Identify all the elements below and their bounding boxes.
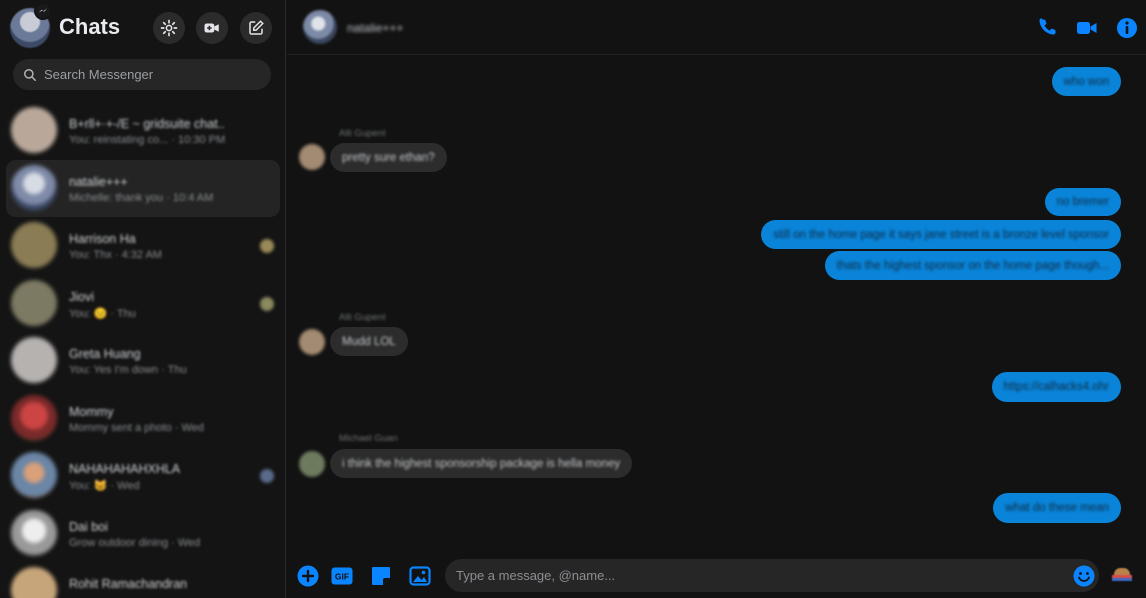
chat-list-item[interactable]: Dai boi Grow outdoor dining · Wed [6,505,280,563]
message-bubble-outgoing[interactable]: no bremer [1044,188,1121,216]
conversation-header: natalie+++ [287,0,1146,55]
photo-icon[interactable] [408,564,432,588]
message-bubble-outgoing[interactable]: thats the highest sponsor on the home pa… [824,251,1121,280]
message-bubble-incoming[interactable]: pretty sure ethan? [330,143,447,172]
chat-name: Dai boi [69,519,108,534]
chat-list-item-active[interactable]: natalie+++ Michelle: thank you · 10:4 AM [6,159,280,217]
chat-list-item[interactable]: Greta Huang You: Yes I'm down · Thu [6,332,280,390]
message-bubble-outgoing[interactable]: still on the home page it says jane stre… [761,220,1121,249]
read-receipt-icon [260,469,274,483]
avatar [11,567,57,598]
message-bubble-incoming[interactable]: Mudd LOL [330,327,408,356]
gear-icon [160,19,178,37]
avatar [11,279,57,326]
chat-preview: Michelle: thank you · 10:4 AM [69,191,214,204]
chat-name: NAHAHAHAHXHLA [69,462,181,476]
read-receipt-icon [260,296,274,311]
messenger-app: Chats Search Messenger B+rll+·+-/E ~ gri… [0,0,1146,598]
read-receipt-icon [260,239,274,253]
chat-preview: You: 😺 · Wed [69,480,140,492]
emoji-icon[interactable] [1072,564,1096,588]
compose-icon [249,20,264,35]
svg-text:GIF: GIF [335,572,349,582]
video-call-icon[interactable] [1075,16,1099,40]
message-bubble-outgoing[interactable]: who won [1051,67,1121,96]
chat-preview: Mommy sent a photo · Wed [69,421,204,434]
phone-icon[interactable] [1036,16,1060,40]
message-composer: GIF [287,551,1146,598]
message-bubble-outgoing[interactable]: what do these mean [993,493,1121,523]
new-message-button[interactable] [240,12,272,44]
messenger-logo-icon [34,2,52,20]
avatar [11,509,57,556]
chat-name: Rohit Ramachandran [69,577,188,591]
avatar [11,222,57,268]
avatar [11,394,57,441]
plus-circle-icon[interactable] [296,564,320,588]
chat-list-item[interactable]: NAHAHAHAHXHLA You: 😺 · Wed [6,447,280,505]
chat-list-item[interactable]: Rohit Ramachandran [6,562,280,598]
message-thread: who won Alli Gupent pretty sure ethan? n… [287,56,1146,551]
chat-name: Mommy [69,404,114,419]
chat-preview: You: reinstating co... · 10:30 PM [69,134,226,146]
avatar[interactable] [299,329,325,355]
chat-list-item[interactable]: Jiovi You: 😐 · Thu [6,275,280,333]
avatar[interactable] [299,451,325,477]
message-input[interactable] [445,559,1099,592]
settings-button[interactable] [153,12,185,44]
search-bar[interactable] [13,59,271,90]
gif-icon[interactable]: GIF [330,564,354,588]
new-room-button[interactable] [196,12,228,44]
sidebar-title: Chats [59,14,121,39]
sender-name: Alli Gupent [339,312,386,323]
sender-name: Alli Gupent [339,128,386,139]
sender-name: Michael Guan [339,433,398,444]
message-bubble-incoming[interactable]: i think the highest sponsorship package … [330,449,633,478]
sidebar-header: Chats [0,0,285,56]
avatar [11,107,57,153]
avatar [11,452,57,498]
chat-preview: Grow outdoor dining · Wed [69,536,201,549]
chat-name: Greta Huang [69,347,141,361]
conversation-avatar[interactable] [303,10,337,44]
sticker-icon[interactable] [369,564,393,588]
conversation-name[interactable]: natalie+++ [347,21,403,35]
avatar [11,164,57,211]
video-plus-icon [204,23,219,33]
quick-reaction-icon[interactable] [1112,566,1132,582]
sidebar: Chats Search Messenger B+rll+·+-/E ~ gri… [0,0,286,598]
chat-name: natalie+++ [69,174,128,189]
chat-name: B+rll+·+-/E ~ gridsuite chat.. [69,117,225,131]
chat-list: B+rll+·+-/E ~ gridsuite chat.. You: rein… [0,102,285,598]
chat-preview: You: Yes I'm down · Thu [69,364,187,376]
chat-list-item[interactable]: Harrison Ha You: Thx · 4:32 AM [6,217,280,275]
chat-name: Jiovi [69,289,95,304]
search-icon [24,68,36,81]
chat-preview: You: 😐 · Thu [69,307,136,320]
avatar [11,337,57,383]
chat-list-item[interactable]: Mommy Mommy sent a photo · Wed [6,390,280,448]
conversation-pane: natalie+++ who won Alli Gupent pretty su… [287,0,1146,598]
chat-name: Harrison Ha [69,232,136,246]
chat-list-item[interactable]: B+rll+·+-/E ~ gridsuite chat.. You: rein… [6,102,280,160]
chat-preview: You: Thx · 4:32 AM [69,249,162,261]
search-input[interactable] [44,67,244,82]
info-icon[interactable] [1115,16,1139,40]
avatar[interactable] [299,144,325,170]
message-bubble-outgoing[interactable]: https://calhacks4.ohr [991,372,1121,402]
